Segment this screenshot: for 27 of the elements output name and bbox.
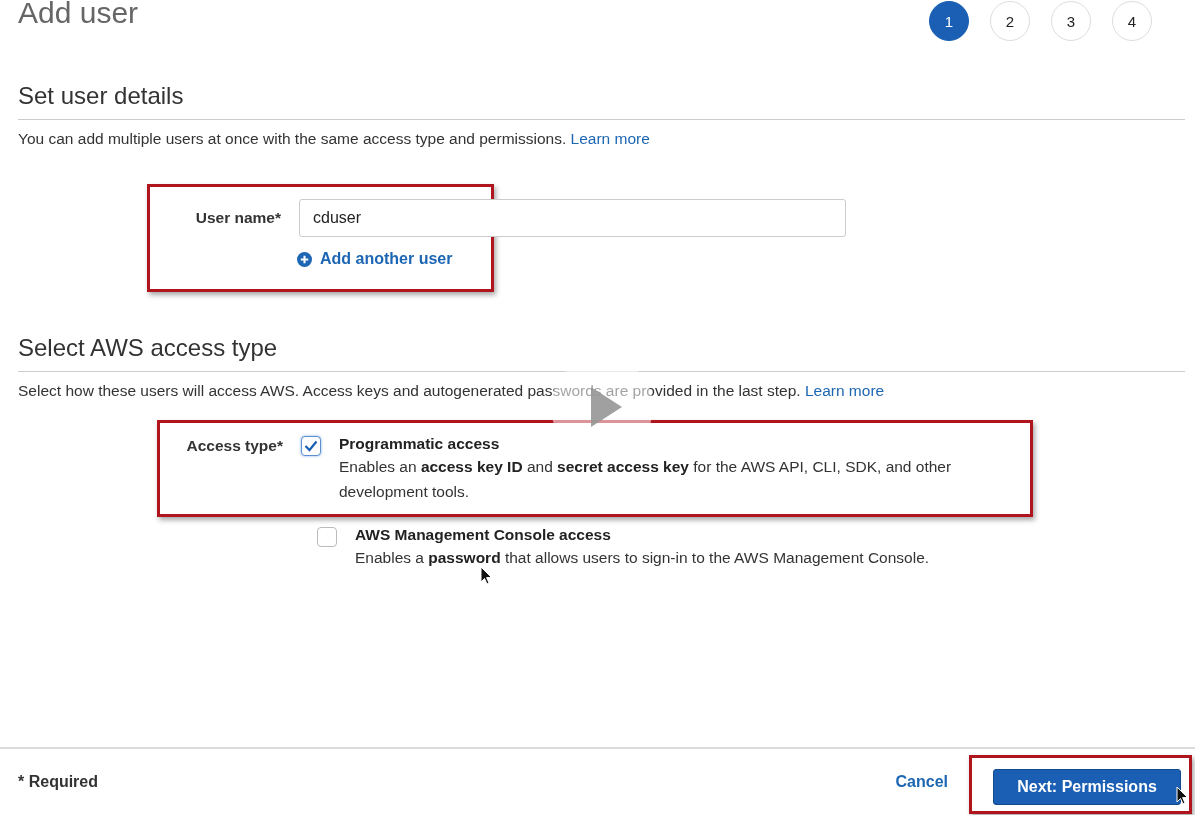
mouse-pointer-icon — [1176, 786, 1189, 805]
section-heading: Set user details — [18, 82, 1185, 120]
option-description: Enables an access key ID and secret access key for the AWS API, CLI, SDK, and other development tools. — [339, 457, 953, 502]
step-indicator[interactable]: 4 — [1112, 1, 1152, 41]
step-indicator[interactable]: 1 — [929, 1, 969, 41]
required-note: * Required — [18, 773, 99, 791]
mouse-pointer-icon — [480, 566, 493, 585]
field-label: Access type* — [185, 436, 283, 456]
page-title: Add user — [18, 0, 139, 30]
option-title: Programmatic access — [339, 435, 501, 453]
add-another-user-link[interactable]: Add another user — [297, 250, 453, 268]
plus-circle-icon — [297, 251, 312, 267]
option-title: AWS Management Console access — [355, 526, 612, 544]
field-label: User name* — [194, 209, 281, 227]
learn-more-link[interactable]: Learn more — [804, 382, 885, 399]
next-button[interactable]: Next: Permissions — [993, 768, 1181, 805]
step-indicator[interactable]: 2 — [990, 1, 1030, 41]
user-name-field[interactable]: cduser — [299, 199, 846, 237]
learn-more-link[interactable]: Learn more — [570, 130, 650, 147]
section-description: Select how these users will access AWS. Access keys and autogenerated passwords are provided in the last step. Learn more — [18, 382, 886, 400]
checkbox[interactable] — [317, 527, 337, 547]
section-description: You can add multiple users at once with the same access type and permissions. Learn more — [18, 130, 651, 148]
step-indicator[interactable]: 3 — [1051, 1, 1091, 41]
option-description: Enables a password that allows users to sign-in to the AWS Management Console. — [355, 548, 931, 568]
cancel-button[interactable]: Cancel — [895, 773, 948, 791]
checkbox[interactable] — [301, 436, 321, 456]
section-heading: Select AWS access type — [18, 334, 1185, 372]
